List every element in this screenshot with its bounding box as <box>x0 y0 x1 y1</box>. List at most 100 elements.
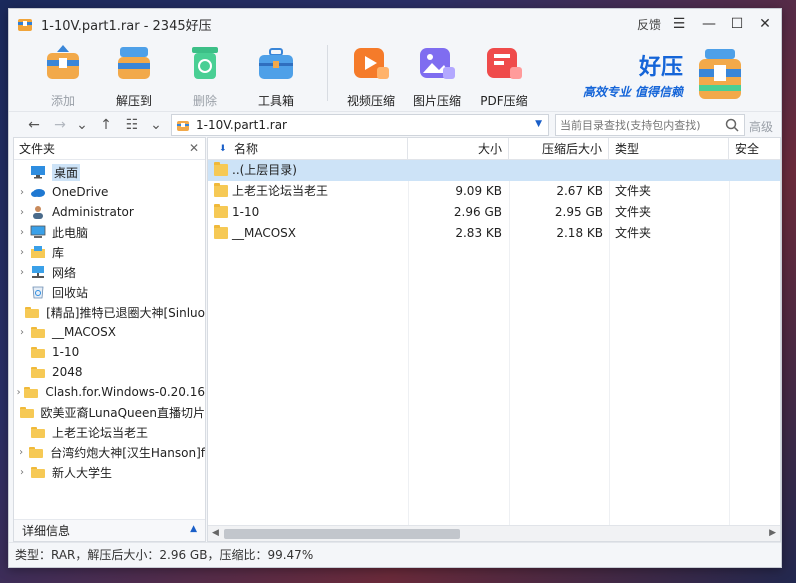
tree-item[interactable]: › 台湾约炮大神[汉生Hanson]f <box>14 442 205 462</box>
column-type[interactable]: 类型 <box>609 138 729 160</box>
address-path: 1-10V.part1.rar <box>196 118 287 132</box>
address-field[interactable]: 1-10V.part1.rar ▼ <box>171 114 549 136</box>
tree-item[interactable]: › Administrator <box>14 202 205 222</box>
close-pane-icon[interactable]: ✕ <box>189 141 199 155</box>
column-security[interactable]: 安全 <box>729 138 781 160</box>
folder-icon <box>24 305 40 319</box>
expand-chevron-icon[interactable]: › <box>16 227 28 238</box>
column-size-label: 大小 <box>477 142 502 156</box>
tree-item[interactable]: [精品]推特已退圈大神[Sinluo <box>14 302 205 322</box>
pdf-compress-label: PDF压缩 <box>480 94 528 108</box>
expand-chevron-icon[interactable]: › <box>16 207 28 218</box>
menu-icon[interactable]: ☰ <box>669 14 689 34</box>
toolbox-button[interactable]: 工具箱 <box>246 43 306 109</box>
expand-chevron-icon[interactable]: › <box>16 187 28 198</box>
delete-button[interactable]: 删除 <box>175 43 235 109</box>
recycle-bin-icon <box>30 285 46 299</box>
tree-item[interactable]: › 新人大学生 <box>14 462 205 482</box>
folder-icon <box>30 465 46 479</box>
computer-icon <box>30 225 46 239</box>
search-icon[interactable] <box>724 117 740 133</box>
address-bar-row: ← → ⌄ ↑ ☷ ⌄ 1-10V.part1.rar ▼ 高级 <box>9 111 781 137</box>
view-mode-chevron-icon[interactable]: ⌄ <box>147 116 165 134</box>
cloud-icon <box>30 185 46 199</box>
tree-item-label: 欧美亚裔LunaQueen直播切片 <box>40 405 205 420</box>
tree-item[interactable]: 2048 <box>14 362 205 382</box>
column-size[interactable]: 大小 <box>408 138 509 160</box>
file-packed-size: 2.18 KB <box>556 226 603 240</box>
tree-item[interactable]: › __MACOSX <box>14 322 205 342</box>
scroll-thumb[interactable] <box>224 529 460 539</box>
expand-chevron-icon[interactable]: › <box>16 387 21 398</box>
add-button[interactable]: 添加 <box>33 43 93 109</box>
tree-item[interactable]: 回收站 <box>14 282 205 302</box>
column-packed-size[interactable]: 压缩后大小 <box>509 138 609 160</box>
tree-item[interactable]: 桌面 <box>14 162 205 182</box>
folder-icon <box>30 345 46 359</box>
details-label: 详细信息 <box>22 524 71 538</box>
column-name[interactable]: ⬇ 名称 <box>208 138 408 160</box>
column-name-label: 名称 <box>234 142 259 156</box>
address-dropdown-icon[interactable]: ▼ <box>535 119 542 129</box>
extract-label: 解压到 <box>115 94 152 108</box>
file-name: 1-10 <box>232 205 260 219</box>
file-size: 9.09 KB <box>455 184 502 198</box>
image-compress-button[interactable]: 图片压缩 <box>407 43 467 109</box>
column-type-label: 类型 <box>615 142 640 156</box>
file-row[interactable]: 上老王论坛当老王 9.09 KB 2.67 KB 文件夹 <box>208 181 780 202</box>
details-toggle[interactable]: 详细信息 ▲ <box>14 519 205 541</box>
brand-title: 好压 <box>638 55 683 80</box>
forward-arrow-icon[interactable]: → <box>51 116 69 134</box>
advanced-search-button[interactable]: 高级 <box>749 118 773 135</box>
video-compress-button[interactable]: 视频压缩 <box>341 43 401 109</box>
toolbar: 添加 解压到 删除 工具箱 视频压缩 图片压缩 PDF压缩 好压 高效专业 值得… <box>9 37 781 111</box>
folder-icon <box>19 405 35 419</box>
history-chevron-icon[interactable]: ⌄ <box>73 116 91 134</box>
back-arrow-icon[interactable]: ← <box>25 116 43 134</box>
tree-item[interactable]: › 库 <box>14 242 205 262</box>
archive-icon <box>177 121 189 131</box>
tree-item-label: __MACOSX <box>52 325 117 339</box>
tree-item-label: 上老王论坛当老王 <box>52 425 149 440</box>
up-arrow-icon[interactable]: ↑ <box>97 116 115 134</box>
horizontal-scrollbar[interactable]: ◀ ▶ <box>208 525 780 541</box>
expand-chevron-icon[interactable]: › <box>16 267 28 278</box>
scroll-right-icon[interactable]: ▶ <box>769 528 776 538</box>
scroll-left-icon[interactable]: ◀ <box>212 528 219 538</box>
close-button[interactable]: ✕ <box>755 14 775 34</box>
tree-item-label: Administrator <box>52 205 134 219</box>
parent-directory-row[interactable]: ..(上层目录) <box>208 160 780 181</box>
minimize-button[interactable]: — <box>699 14 719 34</box>
search-box[interactable] <box>555 114 745 136</box>
file-row[interactable]: 1-10 2.96 GB 2.95 GB 文件夹 <box>208 202 780 223</box>
tree-item-label: [精品]推特已退圈大神[Sinluo <box>46 305 205 320</box>
user-icon <box>30 205 46 219</box>
tree-item[interactable]: › Clash.for.Windows-0.20.16 <box>14 382 205 402</box>
pdf-compress-button[interactable]: PDF压缩 <box>474 43 534 109</box>
search-input[interactable] <box>560 118 720 132</box>
tree-item[interactable]: › OneDrive <box>14 182 205 202</box>
expand-chevron-icon[interactable]: › <box>16 467 28 478</box>
maximize-button[interactable]: ☐ <box>727 14 747 34</box>
tree-item[interactable]: › 网络 <box>14 262 205 282</box>
recycle-icon <box>192 47 218 79</box>
pdf-icon <box>487 48 522 79</box>
file-row[interactable]: __MACOSX 2.83 KB 2.18 KB 文件夹 <box>208 223 780 244</box>
expand-chevron-icon[interactable]: › <box>16 447 26 458</box>
tree-item[interactable]: 欧美亚裔LunaQueen直播切片 <box>14 402 205 422</box>
collapse-up-icon[interactable]: ▲ <box>190 524 197 534</box>
expand-chevron-icon[interactable]: › <box>16 327 28 338</box>
folder-icon <box>30 365 46 379</box>
sort-down-icon: ⬇ <box>219 144 227 154</box>
tree-item[interactable]: › 此电脑 <box>14 222 205 242</box>
feedback-link[interactable]: 反馈 <box>637 16 661 33</box>
toolbox-label: 工具箱 <box>257 94 294 108</box>
tree-item[interactable]: 1-10 <box>14 342 205 362</box>
file-name: 上老王论坛当老王 <box>232 184 329 198</box>
file-type: 文件夹 <box>615 205 652 219</box>
tree-item[interactable]: 上老王论坛当老王 <box>14 422 205 442</box>
tree-item-label: 回收站 <box>52 285 89 300</box>
expand-chevron-icon[interactable]: › <box>16 247 28 258</box>
view-mode-icon[interactable]: ☷ <box>123 116 141 134</box>
extract-button[interactable]: 解压到 <box>104 43 164 109</box>
